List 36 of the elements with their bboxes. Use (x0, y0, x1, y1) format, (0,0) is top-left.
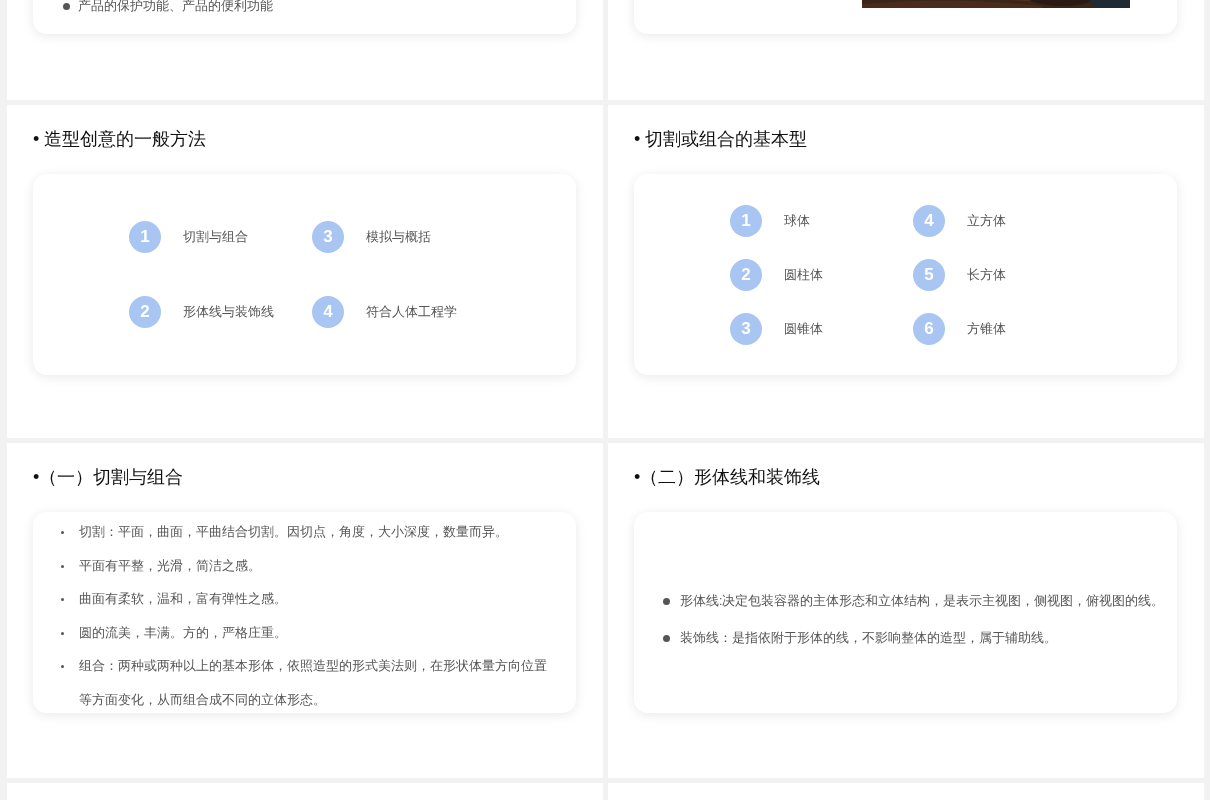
number-badge: 3 (730, 312, 762, 345)
slide-title: • 切割或组合的基本型 (634, 128, 809, 151)
bullet-text: 切割：平面，曲面，平曲结合切割。因切点，角度，大小深度，数量而异。 (79, 524, 509, 541)
item-label: 符合人体工程学 (366, 303, 457, 322)
number-badge: 3 (312, 221, 344, 253)
slide-thumbnail[interactable]: •（二）形体线和装饰线 形体线:决定包装容器的主体形态和立体结构，是表示主视图，侧视图，俯视图的线。 装饰线：是指依附于形体的线，不影响整体的造型，属于辅助线。 (608, 443, 1204, 778)
item-label: 圆柱体 (784, 265, 823, 284)
item-label: 长方体 (967, 265, 1006, 284)
slide-title: •（一）切割与组合 (33, 466, 185, 489)
bullet-text: 装饰线：是指依附于形体的线，不影响整体的造型，属于辅助线。 (680, 629, 1058, 647)
number-badge: 5 (913, 258, 945, 291)
bullet-text: 形体线:决定包装容器的主体形态和立体结构，是表示主视图，侧视图，俯视图的线。 (680, 592, 1166, 610)
number-badge: 4 (312, 296, 344, 328)
item-label: 形体线与装饰线 (183, 303, 274, 322)
item-label: 圆锥体 (784, 319, 823, 338)
bullet-text: 组合：两种或两种以上的基本形体，依照造型的形式美法则，在形状体量方向位置等方面变化，从而组合成不同的立体形态。 (79, 658, 548, 709)
number-badge: 4 (913, 204, 945, 237)
slide-thumbnail[interactable]: •（一）切割与组合 切割：平面，曲面，平曲结合切割。因切点，角度，大小深度，数量而异。 平面有平整，光滑，简洁之感。 曲面有柔软，温和，富有弹性之感。 圆的流美，丰满。方的，严格庄重。 组合：两种或两种以上的基本形体，依照造型的形式美法则，在形状体量方向位置等方面变化，从而组合成不同的立体形态。 (7, 443, 603, 778)
item-label: 立方体 (967, 211, 1006, 230)
item-label: 模拟与概括 (366, 228, 431, 247)
item-label: 方锥体 (967, 319, 1006, 338)
number-badge: 2 (129, 296, 161, 328)
number-badge: 2 (730, 258, 762, 291)
slide-thumbnail[interactable]: • 切割或组合的基本型 1 球体 2 圆柱体 3 圆锥体 4 立方体 5 长方体 6 方锥体 (608, 105, 1204, 438)
bullet-text: 圆的流美，丰满。方的，严格庄重。 (79, 624, 288, 642)
slide-title: •（二）形体线和装饰线 (634, 466, 822, 489)
slide-thumbnail[interactable]: • 造型创意的一般方法 1 切割与组合 2 形体线与装饰线 3 模拟与概括 4 符合人体工程学 (7, 105, 603, 438)
number-badge: 6 (913, 312, 945, 345)
bullet-text: 曲面有柔软，温和，富有弹性之感。 (79, 591, 288, 608)
slide-thumbnail[interactable] (608, 0, 1204, 100)
slide-title: • 造型创意的一般方法 (33, 128, 208, 151)
item-label: 球体 (784, 211, 810, 230)
item-label: 切割与组合 (183, 228, 248, 247)
number-badge: 1 (730, 204, 762, 237)
bullet-text: 平面有平整，光滑，简洁之感。 (79, 557, 262, 575)
number-badge: 1 (129, 221, 161, 253)
